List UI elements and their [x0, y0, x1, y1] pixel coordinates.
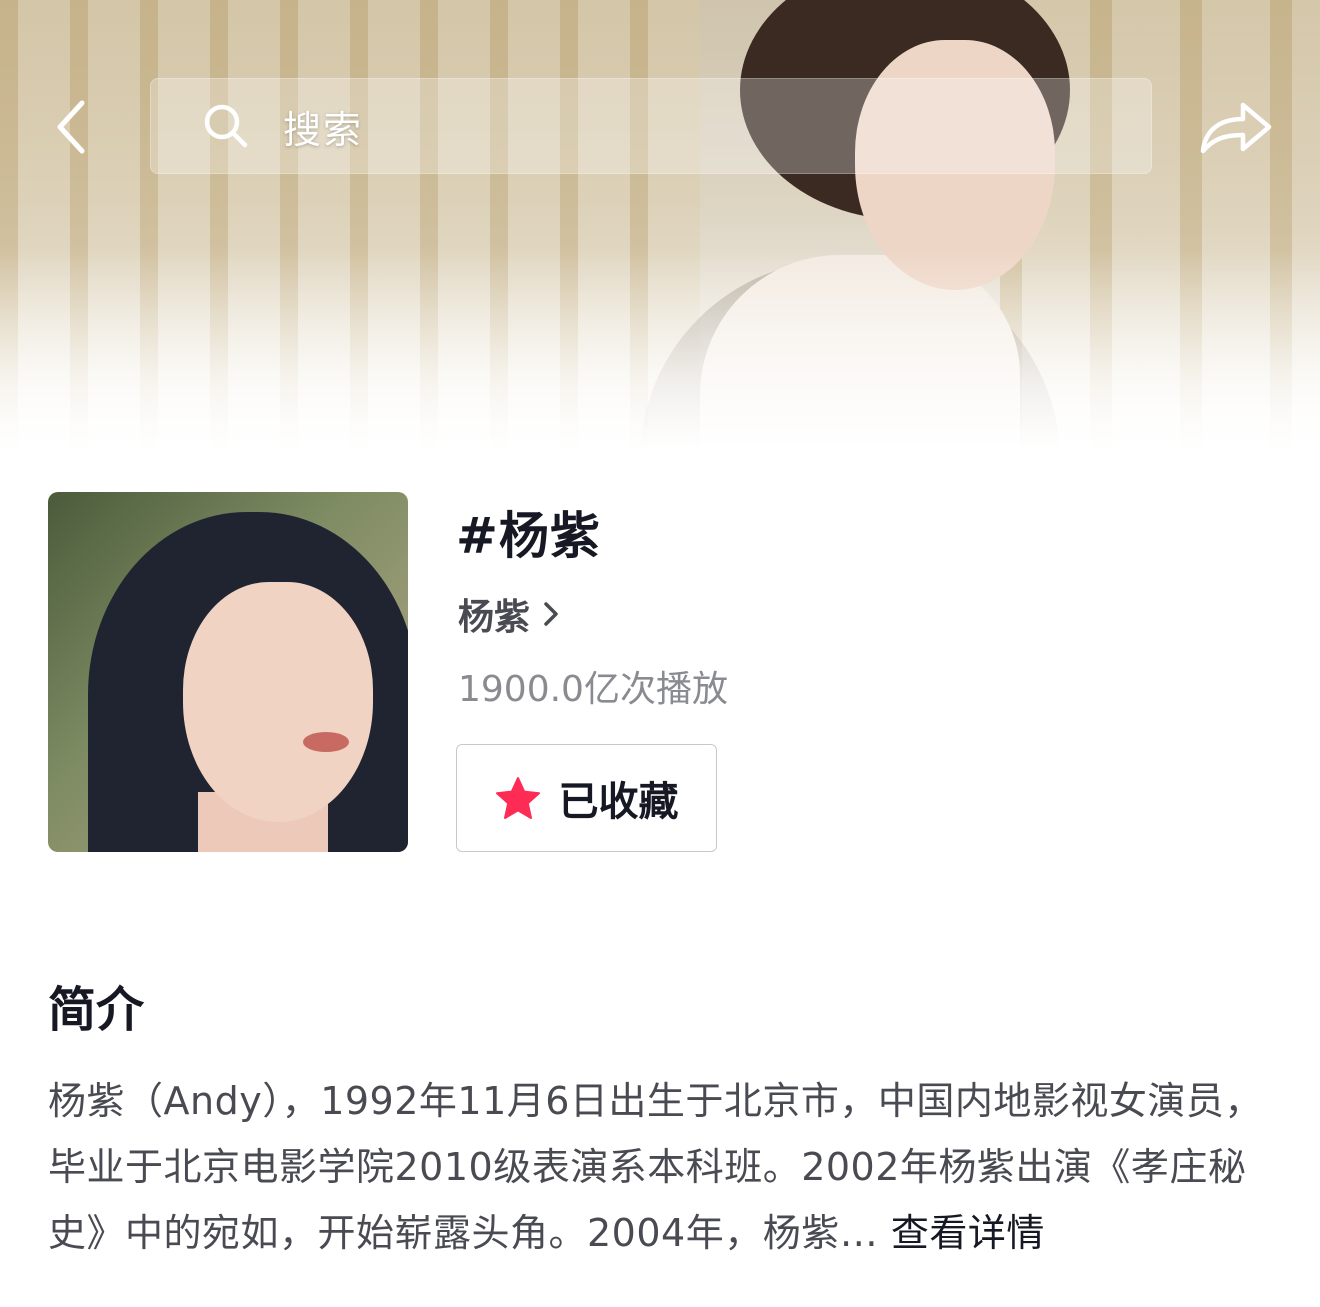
chevron-right-icon	[542, 600, 560, 628]
cover-portrait-face	[183, 582, 373, 822]
search-icon	[204, 104, 248, 148]
share-arrow-icon	[1200, 102, 1272, 154]
favorite-label: 已收藏	[558, 779, 679, 825]
search-placeholder: 搜索	[283, 107, 364, 152]
back-button[interactable]	[42, 92, 102, 162]
creator-name: 杨紫	[458, 597, 531, 638]
share-button[interactable]	[1196, 92, 1276, 162]
intro-text: 杨紫（Andy），1992年11月6日出生于北京市，中国内地影视女演员，毕业于北…	[48, 1079, 1263, 1255]
play-count: 1900.0亿次播放	[458, 669, 728, 710]
view-details-link[interactable]: 查看详情	[891, 1211, 1045, 1255]
hero-banner	[0, 0, 1320, 450]
hero-fade	[0, 250, 1320, 450]
intro-description: 杨紫（Andy），1992年11月6日出生于北京市，中国内地影视女演员，毕业于北…	[48, 1068, 1274, 1266]
star-icon	[495, 777, 540, 819]
favorite-button[interactable]: 已收藏	[456, 744, 717, 852]
topic-title: #杨紫	[456, 507, 601, 565]
intro-heading: 简介	[48, 982, 145, 1038]
creator-link[interactable]: 杨紫	[458, 588, 560, 640]
search-input[interactable]: 搜索	[150, 78, 1152, 174]
topic-cover-image	[48, 492, 408, 852]
cover-portrait-lips	[303, 732, 349, 752]
chevron-left-icon	[57, 100, 85, 154]
